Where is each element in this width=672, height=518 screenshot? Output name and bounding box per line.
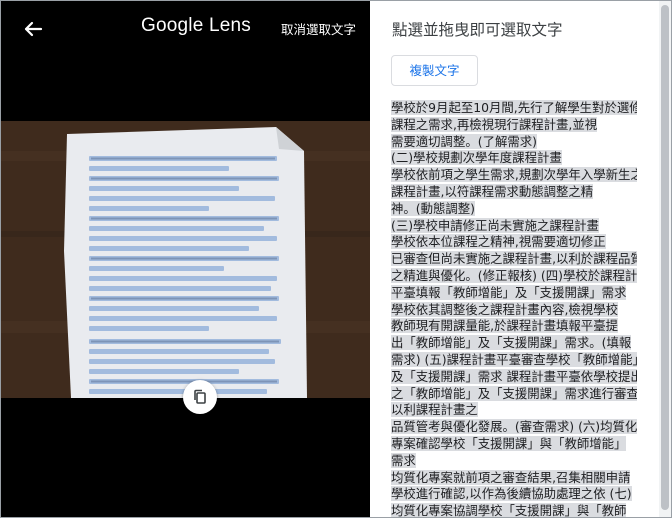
cancel-selection-button[interactable]: 取消選取文字 — [281, 19, 356, 38]
text-line[interactable]: 需求 — [391, 452, 637, 470]
text-line-content: 學校於9月起至10月間,先行了解學生對於選修 — [391, 100, 637, 115]
text-line[interactable]: (三)學校申請修正尚未實施之課程計畫 — [391, 217, 637, 235]
scrollbar-thumb[interactable] — [661, 5, 669, 510]
text-line[interactable]: 以利課程計畫之 — [391, 402, 637, 419]
text-line[interactable]: 出「教師增能」及「支援開課」需求。(填報 — [391, 335, 637, 352]
text-line[interactable]: 需求) (五)課程計畫平臺審查學校「教師增能」 — [391, 351, 637, 369]
text-line[interactable]: 學校依其調整後之課程計畫內容,檢視學校 — [391, 301, 637, 319]
image-pane: Google Lens 取消選取文字 — [1, 1, 370, 517]
copy-text-fab[interactable] — [183, 380, 217, 414]
text-line-content: 教師現有開課量能,於課程計畫填報平臺提 — [391, 318, 618, 334]
text-line-content: 學校依前項之學生需求,規劃次學年入學新生之 — [391, 167, 637, 183]
text-line-content: 學校依本位課程之精神,視需要適切修正 — [391, 234, 606, 250]
extracted-text[interactable]: 學校於9月起至10月間,先行了解學生對於選修 課程之需求,再檢視現行課程計畫,並視… — [391, 100, 637, 517]
text-line-content: 及「支援開課」需求 課程計畫平臺依學校提出 — [391, 368, 637, 384]
text-line-content: 學校依其調整後之課程計畫內容,檢視學校 — [391, 301, 618, 317]
text-line-content: 需求 — [391, 452, 416, 468]
text-line[interactable]: 神。(動態調整) — [391, 200, 637, 218]
text-line[interactable]: 及「支援開課」需求 課程計畫平臺依學校提出 — [391, 368, 637, 386]
text-line-content: 之精進與優化。(修正報核) (四)學校於課程計畫 — [391, 267, 637, 283]
text-line[interactable]: 之「教師增能」及「支援開課」需求進行審查, — [391, 385, 637, 403]
text-line-content: 平臺填報「教師增能」及「支援開課」需求 — [391, 284, 627, 300]
scrollbar[interactable] — [659, 1, 671, 517]
text-line-content: 以利課程計畫之 — [391, 402, 478, 418]
text-line-content: 課程之需求,再檢視現行課程計畫,並視 — [391, 116, 598, 132]
back-button[interactable] — [19, 15, 47, 43]
text-line-content: 均質化專案就前項之審查結果,召集相關申請 — [391, 469, 631, 485]
text-line[interactable]: 學校依前項之學生需求,規劃次學年入學新生之 — [391, 167, 637, 184]
text-line-content: 之「教師增能」及「支援開課」需求進行審查, — [391, 385, 637, 401]
text-line-content: 品質管考與優化發展。(審查需求) (六)均質化 — [391, 419, 637, 435]
text-line-content: 已審查但尚未實施之課程計畫,以利於課程品質 — [391, 251, 637, 267]
text-line[interactable]: 學校於9月起至10月間,先行了解學生對於選修 — [391, 100, 637, 117]
text-line[interactable]: 需要適切調整。(了解需求) — [391, 133, 637, 151]
text-line[interactable]: 學校進行確認,以作為後續協助處理之依 (七) — [391, 486, 637, 503]
text-line[interactable]: 品質管考與優化發展。(審查需求) (六)均質化 — [391, 419, 637, 436]
text-line[interactable]: 專案確認學校「支援開課」與「教師增能」 — [391, 435, 637, 453]
arrow-left-icon — [24, 21, 43, 37]
panel-title: 點選並拖曳即可選取文字 — [392, 21, 563, 39]
text-panel: 點選並拖曳即可選取文字 複製文字 學校於9月起至10月間,先行了解學生對於選修課… — [370, 1, 671, 517]
text-line[interactable]: 教師現有開課量能,於課程計畫填報平臺提 — [391, 318, 637, 335]
app-title: Google Lens — [141, 15, 251, 36]
text-line-content: (三)學校申請修正尚未實施之課程計畫 — [391, 217, 599, 233]
text-line[interactable]: 課程之需求,再檢視現行課程計畫,並視 — [391, 116, 637, 134]
text-line-content: 需要適切調整。(了解需求) — [391, 133, 537, 149]
text-line[interactable]: 已審查但尚未實施之課程計畫,以利於課程品質 — [391, 251, 637, 268]
text-line-content: 課程計畫,以符課程需求動態調整之精 — [391, 183, 594, 199]
text-line[interactable]: 均質化專案協調學校「支援開課」與「教師 — [391, 503, 637, 517]
top-bar: Google Lens 取消選取文字 — [1, 1, 370, 57]
document-photo[interactable] — [1, 121, 370, 398]
text-line[interactable]: (二)學校規劃次學年度課程計畫 — [391, 150, 637, 167]
text-line[interactable]: 平臺填報「教師增能」及「支援開課」需求 — [391, 284, 637, 302]
lens-window: Google Lens 取消選取文字 點選並拖曳即可選取文字 複製文字 學校於9… — [0, 0, 672, 518]
copy-text-button[interactable]: 複製文字 — [391, 55, 478, 86]
text-line[interactable]: 學校依本位課程之精神,視需要適切修正 — [391, 234, 637, 251]
copy-icon — [194, 389, 206, 404]
text-line-content: 需求) (五)課程計畫平臺審查學校「教師增能」 — [391, 351, 637, 367]
text-line-content: 專案確認學校「支援開課」與「教師增能」 — [391, 435, 627, 451]
text-line[interactable]: 課程計畫,以符課程需求動態調整之精 — [391, 183, 637, 201]
text-line-content: 學校進行確認,以作為後續協助處理之依 (七) — [391, 486, 632, 502]
text-line-content: 神。(動態調整) — [391, 200, 476, 216]
text-line[interactable]: 之精進與優化。(修正報核) (四)學校於課程計畫 — [391, 267, 637, 285]
text-line-content: (二)學校規劃次學年度課程計畫 — [391, 150, 562, 166]
text-line-content: 出「教師增能」及「支援開課」需求。(填報 — [391, 335, 632, 351]
text-line-content: 均質化專案協調學校「支援開課」與「教師 — [391, 503, 627, 517]
text-line[interactable]: 均質化專案就前項之審查結果,召集相關申請 — [391, 469, 637, 487]
